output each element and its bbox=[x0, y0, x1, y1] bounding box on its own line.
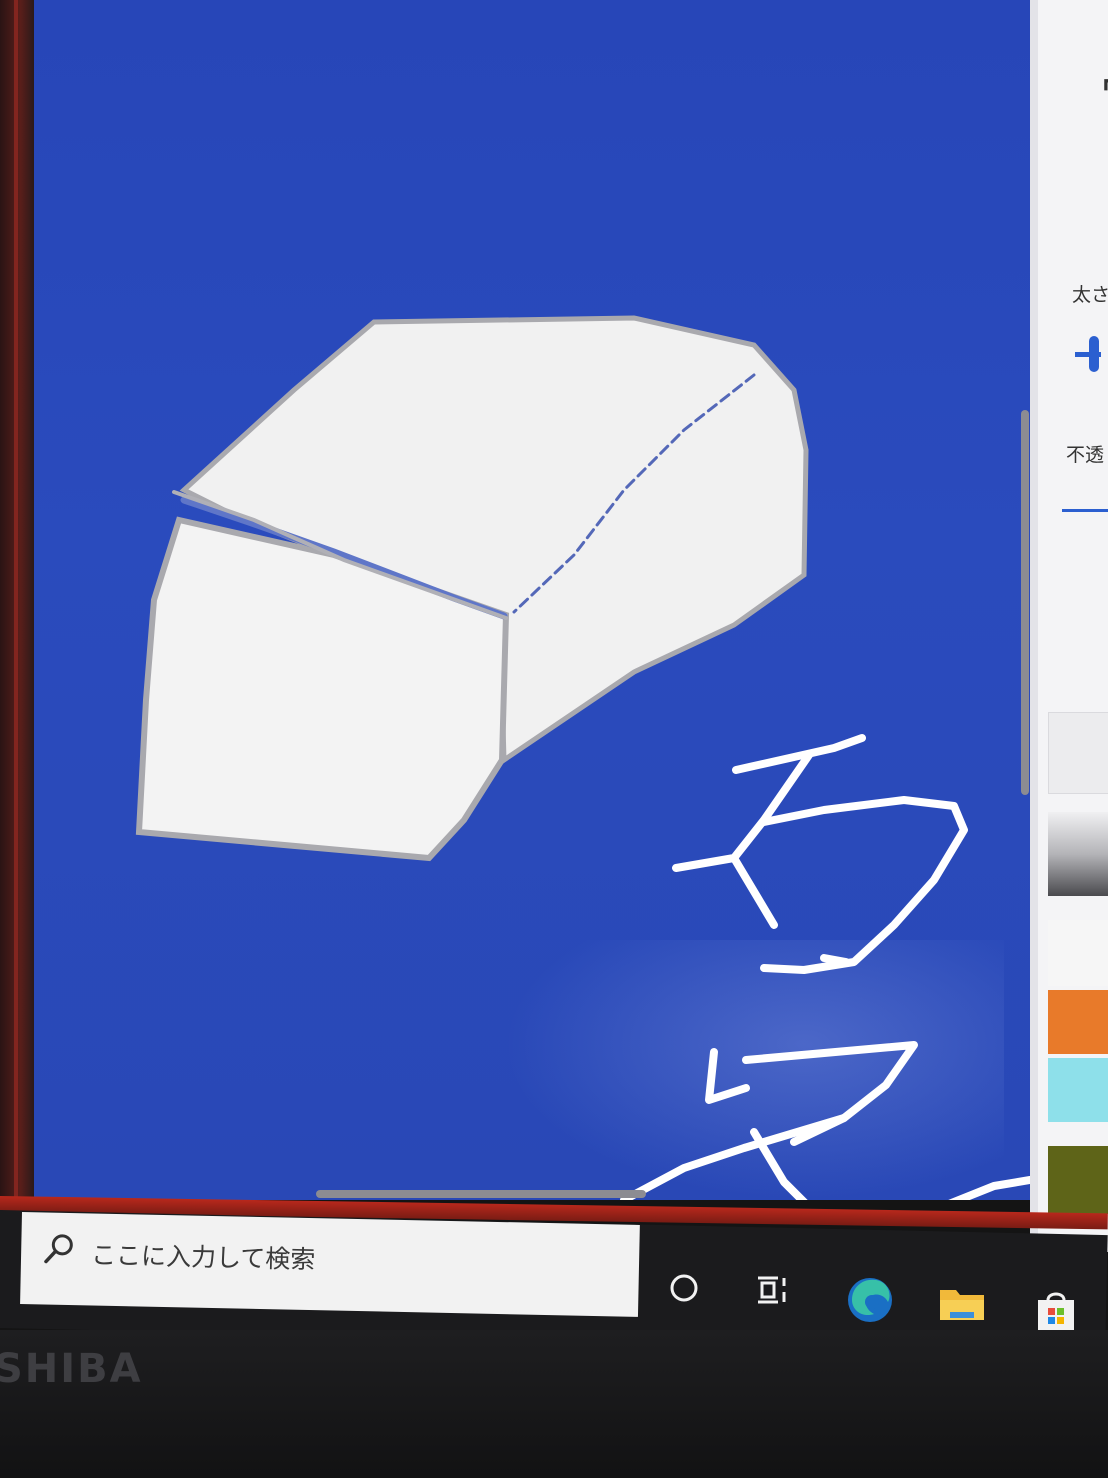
drawing-canvas[interactable] bbox=[34, 0, 1030, 1200]
file-explorer-icon[interactable] bbox=[938, 1284, 986, 1324]
color-swatch-white-2[interactable] bbox=[1048, 920, 1108, 986]
horizontal-scrollbar[interactable] bbox=[316, 1190, 646, 1198]
screen-bezel-left bbox=[0, 0, 34, 1210]
cortana-icon[interactable] bbox=[666, 1270, 702, 1306]
opacity-slider[interactable] bbox=[1062, 509, 1108, 512]
cube-sketch bbox=[135, 315, 809, 862]
task-view-icon[interactable] bbox=[752, 1272, 792, 1308]
panel-partial-glyph: ⌠ bbox=[1100, 150, 1108, 196]
panel-divider bbox=[1030, 0, 1038, 1252]
panel-partial-glyph: ⌐ bbox=[1100, 60, 1108, 106]
side-panel: ⌐ ⌠ 太さ 不透 bbox=[1030, 0, 1108, 1252]
laptop-body bbox=[0, 1330, 1108, 1478]
handwritten-strokes bbox=[620, 734, 1030, 1200]
color-swatch-orange[interactable] bbox=[1048, 990, 1108, 1054]
color-swatch-olive[interactable] bbox=[1048, 1146, 1108, 1214]
edge-icon[interactable] bbox=[844, 1274, 896, 1326]
color-swatch-white[interactable] bbox=[1048, 600, 1108, 678]
canvas-drawing bbox=[135, 315, 1030, 1200]
store-icon[interactable] bbox=[1032, 1286, 1080, 1334]
color-swatch-light-gray[interactable] bbox=[1048, 712, 1108, 794]
search-icon bbox=[44, 1234, 73, 1264]
thickness-label: 太さ bbox=[1072, 284, 1108, 306]
color-swatch-light-cyan[interactable] bbox=[1048, 1058, 1108, 1122]
thickness-slider[interactable] bbox=[1075, 336, 1101, 372]
taskbar-search-box[interactable]: ここに入力して検索 bbox=[20, 1212, 640, 1317]
color-swatch-silver[interactable] bbox=[1048, 812, 1108, 896]
vertical-scrollbar[interactable] bbox=[1021, 410, 1029, 795]
laptop-brand-logo: SHIBA bbox=[0, 1346, 143, 1392]
search-placeholder: ここに入力して検索 bbox=[90, 1240, 316, 1275]
opacity-label: 不透 bbox=[1066, 444, 1105, 466]
